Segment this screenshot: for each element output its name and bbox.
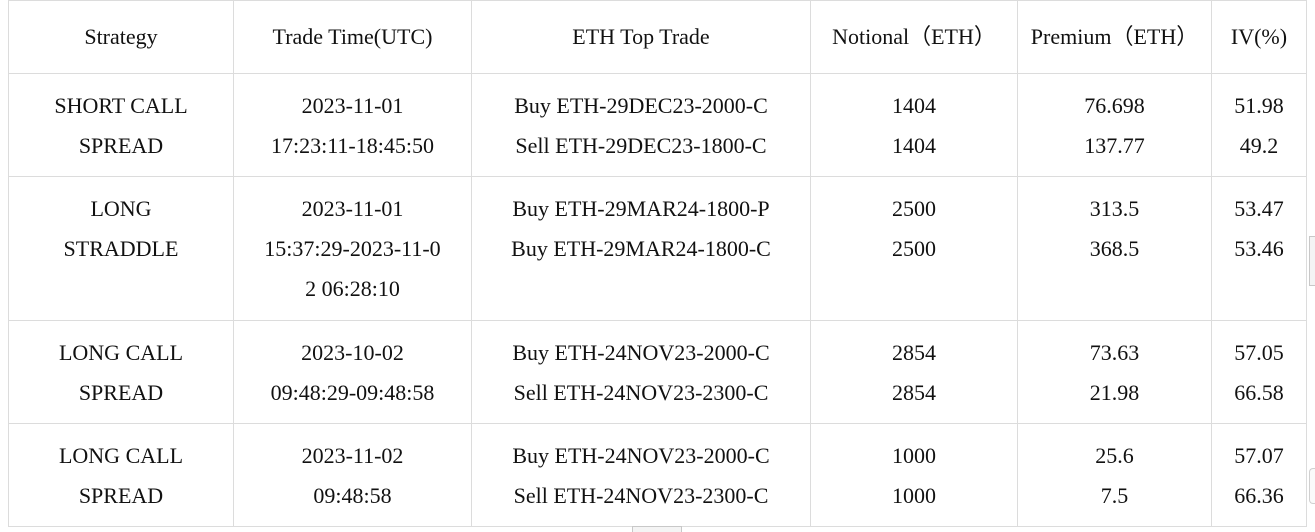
strategy-text: STRADDLE bbox=[63, 236, 179, 261]
iv-value: 49.2 bbox=[1239, 133, 1279, 158]
notional-value: 2500 bbox=[892, 236, 936, 261]
notional-cell: 1404 1404 bbox=[810, 73, 1018, 177]
trade-leg: Buy ETH-29MAR24-1800-P bbox=[512, 196, 770, 221]
trade-leg: Buy ETH-29DEC23-2000-C bbox=[514, 93, 768, 118]
strategy-cell: SHORT CALL SPREAD bbox=[8, 73, 234, 177]
trade-leg: Buy ETH-24NOV23-2000-C bbox=[512, 340, 770, 365]
trade-leg: Sell ETH-24NOV23-2300-C bbox=[513, 380, 769, 405]
premium-value: 7.5 bbox=[1100, 483, 1129, 508]
trade-leg: Sell ETH-29DEC23-1800-C bbox=[515, 133, 767, 158]
trade-time-text: 2023-11-01 bbox=[301, 196, 404, 221]
trade-leg: Buy ETH-24NOV23-2000-C bbox=[512, 443, 770, 468]
premium-cell: 25.6 7.5 bbox=[1017, 423, 1212, 527]
top-trade-cell: Buy ETH-29MAR24-1800-P Buy ETH-29MAR24-1… bbox=[471, 176, 811, 321]
strategy-text: SPREAD bbox=[78, 133, 164, 158]
notional-cell: 2500 2500 bbox=[810, 176, 1018, 321]
premium-value: 313.5 bbox=[1089, 196, 1140, 221]
trade-time-text: 17:23:11-18:45:50 bbox=[271, 133, 434, 158]
iv-cell: 57.07 66.36 bbox=[1211, 423, 1307, 527]
iv-value: 57.07 bbox=[1234, 443, 1284, 468]
strategy-text: SHORT CALL bbox=[54, 93, 188, 118]
trade-time-text: 15:37:29-2023-11-0 bbox=[264, 236, 441, 261]
iv-cell: 51.98 49.2 bbox=[1211, 73, 1307, 177]
strategy-cell: LONG CALL SPREAD bbox=[8, 320, 234, 424]
premium-value: 137.77 bbox=[1084, 133, 1145, 158]
strategy-text: LONG CALL bbox=[58, 340, 184, 365]
premium-cell: 76.698 137.77 bbox=[1017, 73, 1212, 177]
header-iv: IV(%) bbox=[1211, 0, 1307, 74]
trade-leg: Buy ETH-29MAR24-1800-C bbox=[511, 236, 771, 261]
premium-value: 73.63 bbox=[1089, 340, 1140, 365]
trade-leg: Sell ETH-24NOV23-2300-C bbox=[513, 483, 769, 508]
table-row: LONG STRADDLE 2023-11-01 15:37:29-2023-1… bbox=[8, 176, 1307, 321]
iv-value: 53.47 bbox=[1234, 196, 1284, 221]
trade-time-cell: 2023-10-02 09:48:29-09:48:58 bbox=[233, 320, 472, 424]
premium-cell: 73.63 21.98 bbox=[1017, 320, 1212, 424]
eth-top-trades-table: Strategy Trade Time(UTC) ETH Top Trade N… bbox=[8, 0, 1307, 527]
premium-value: 368.5 bbox=[1089, 236, 1140, 261]
header-notional: Notional（ETH） bbox=[810, 0, 1018, 74]
header-premium: Premium（ETH） bbox=[1017, 0, 1212, 74]
strategy-cell: LONG CALL SPREAD bbox=[8, 423, 234, 527]
table-row: LONG CALL SPREAD 2023-11-02 09:48:58 Buy… bbox=[8, 423, 1307, 527]
notional-value: 2854 bbox=[892, 340, 936, 365]
iv-value: 57.05 bbox=[1234, 340, 1284, 365]
trade-time-cell: 2023-11-01 17:23:11-18:45:50 bbox=[233, 73, 472, 177]
notional-value: 2500 bbox=[892, 196, 936, 221]
notional-value: 1404 bbox=[892, 93, 936, 118]
table-row: LONG CALL SPREAD 2023-10-02 09:48:29-09:… bbox=[8, 320, 1307, 424]
strategy-text: SPREAD bbox=[78, 380, 164, 405]
trade-time-text: 2023-11-01 bbox=[301, 93, 404, 118]
premium-cell: 313.5 368.5 bbox=[1017, 176, 1212, 321]
iv-cell: 57.05 66.58 bbox=[1211, 320, 1307, 424]
trade-time-text: 2023-11-02 bbox=[301, 443, 404, 468]
trade-time-cell: 2023-11-02 09:48:58 bbox=[233, 423, 472, 527]
notional-cell: 2854 2854 bbox=[810, 320, 1018, 424]
top-trade-cell: Buy ETH-29DEC23-2000-C Sell ETH-29DEC23-… bbox=[471, 73, 811, 177]
trade-time-cell: 2023-11-01 15:37:29-2023-11-0 2 06:28:10 bbox=[233, 176, 472, 321]
iv-value: 66.36 bbox=[1234, 483, 1284, 508]
strategy-text: SPREAD bbox=[78, 483, 164, 508]
premium-value: 76.698 bbox=[1084, 93, 1145, 118]
strategy-text: LONG CALL bbox=[58, 443, 184, 468]
table-header-row: Strategy Trade Time(UTC) ETH Top Trade N… bbox=[8, 0, 1307, 74]
header-trade-time: Trade Time(UTC) bbox=[233, 0, 472, 74]
header-eth-top-trade: ETH Top Trade bbox=[471, 0, 811, 74]
premium-value: 21.98 bbox=[1089, 380, 1140, 405]
strategy-text: LONG bbox=[90, 196, 152, 221]
trade-time-text: 2023-10-02 bbox=[301, 340, 404, 365]
iv-value: 66.58 bbox=[1234, 380, 1284, 405]
notional-value: 1000 bbox=[892, 483, 936, 508]
top-trade-cell: Buy ETH-24NOV23-2000-C Sell ETH-24NOV23-… bbox=[471, 423, 811, 527]
notional-value: 1404 bbox=[892, 133, 936, 158]
header-strategy: Strategy bbox=[8, 0, 234, 74]
premium-value: 25.6 bbox=[1095, 443, 1134, 468]
iv-value: 51.98 bbox=[1234, 93, 1284, 118]
strategy-cell: LONG STRADDLE bbox=[8, 176, 234, 321]
trade-time-text: 09:48:29-09:48:58 bbox=[270, 380, 435, 405]
column-resize-handle[interactable] bbox=[1309, 236, 1315, 286]
notional-cell: 1000 1000 bbox=[810, 423, 1018, 527]
column-resize-handle[interactable] bbox=[1309, 468, 1315, 504]
trade-time-text: 2 06:28:10 bbox=[305, 276, 400, 301]
table-row: SHORT CALL SPREAD 2023-11-01 17:23:11-18… bbox=[8, 73, 1307, 177]
row-resize-handle[interactable] bbox=[632, 526, 682, 532]
iv-cell: 53.47 53.46 bbox=[1211, 176, 1307, 321]
trade-time-text: 09:48:58 bbox=[313, 483, 392, 508]
notional-value: 2854 bbox=[892, 380, 936, 405]
notional-value: 1000 bbox=[892, 443, 936, 468]
top-trade-cell: Buy ETH-24NOV23-2000-C Sell ETH-24NOV23-… bbox=[471, 320, 811, 424]
iv-value: 53.46 bbox=[1234, 236, 1284, 261]
